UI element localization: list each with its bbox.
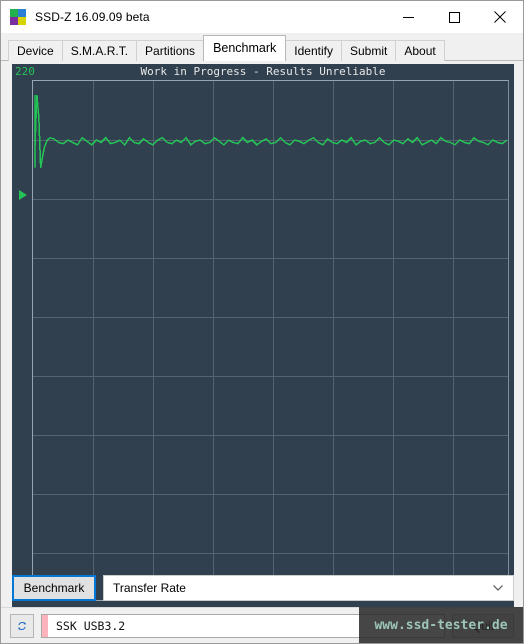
plot-svg	[33, 81, 508, 600]
tab-submit[interactable]: Submit	[341, 40, 397, 61]
window-controls	[385, 1, 523, 33]
app-window: SSD-Z 16.09.09 beta Device S.M.A.R.T. Pa…	[0, 0, 524, 644]
close-button[interactable]	[477, 1, 523, 33]
refresh-icon	[18, 621, 26, 630]
chart-title: Work in Progress - Results Unreliable	[140, 65, 386, 78]
status-bar: SSK USB3.2 Quit www.ssd-tester.de	[1, 607, 523, 643]
chevron-down-icon	[493, 585, 503, 591]
tab-smart[interactable]: S.M.A.R.T.	[61, 40, 138, 61]
benchmark-mode-select[interactable]: Transfer Rate	[103, 575, 514, 601]
device-field[interactable]: SSK USB3.2	[41, 613, 445, 638]
tab-about[interactable]: About	[395, 40, 445, 61]
ssd-z-logo-icon	[10, 9, 26, 25]
benchmark-panel: Work in Progress - Results Unreliable 22…	[1, 60, 523, 625]
tab-identify[interactable]: Identify	[285, 40, 342, 61]
title-bar: SSD-Z 16.09.09 beta	[1, 1, 523, 33]
benchmark-chart[interactable]: Work in Progress - Results Unreliable 22…	[12, 64, 514, 625]
tab-partitions[interactable]: Partitions	[136, 40, 205, 61]
window-title: SSD-Z 16.09.09 beta	[35, 10, 150, 24]
y-axis-max-label: 220	[15, 65, 35, 78]
maximize-button[interactable]	[431, 1, 477, 33]
tab-bar: Device S.M.A.R.T. Partitions Benchmark I…	[1, 33, 523, 61]
benchmark-mode-value: Transfer Rate	[113, 581, 186, 595]
minimize-button[interactable]	[385, 1, 431, 33]
device-name: SSK USB3.2	[56, 618, 126, 633]
tab-device[interactable]: Device	[8, 40, 63, 61]
quit-button[interactable]: Quit	[452, 613, 514, 638]
refresh-button[interactable]	[10, 613, 34, 638]
benchmark-run-button[interactable]: Benchmark	[12, 575, 96, 601]
cursor-marker-icon	[19, 190, 27, 200]
benchmark-controls: Benchmark Transfer Rate	[12, 575, 514, 601]
tab-benchmark[interactable]: Benchmark	[203, 35, 287, 61]
plot-area	[32, 80, 509, 601]
